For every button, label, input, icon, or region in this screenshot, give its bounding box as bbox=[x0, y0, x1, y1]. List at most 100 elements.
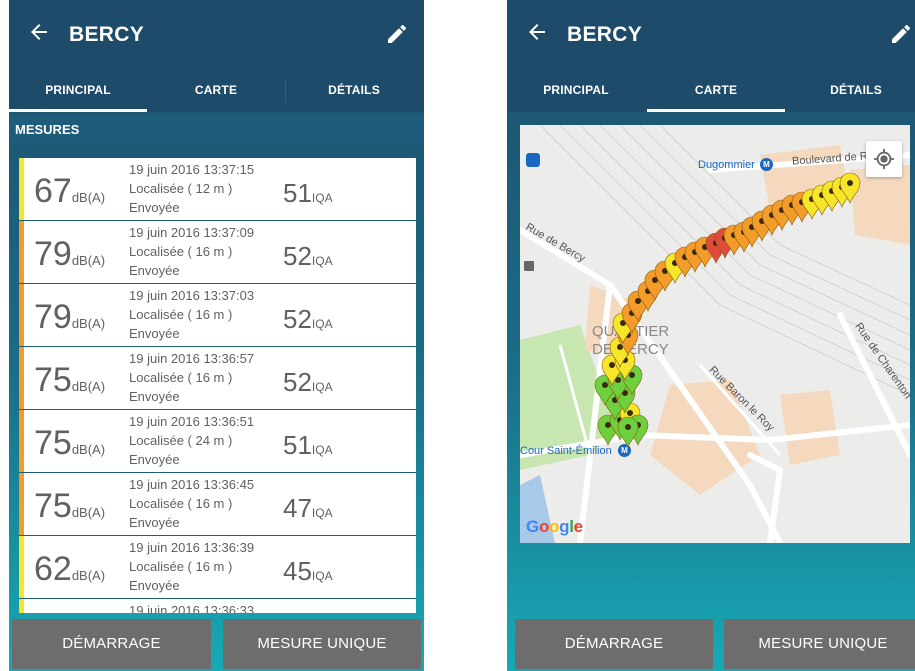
measurement-meta: 19 juin 2016 13:37:03 Localisée ( 16 m ) E… bbox=[129, 286, 254, 343]
decibel-number: 75 bbox=[34, 424, 72, 462]
measurement-marker-icon[interactable] bbox=[617, 416, 639, 448]
decibel-value: 62dB(A) bbox=[34, 550, 105, 589]
measurement-list[interactable]: 67dB(A) 19 juin 2016 13:37:15 Localisée ( … bbox=[19, 158, 416, 613]
measurement-row[interactable]: 67dB(A) 19 juin 2016 13:37:15 Localisée ( … bbox=[19, 158, 416, 221]
measurement-row[interactable]: 79dB(A) 19 juin 2016 13:37:09 Localisée ( … bbox=[19, 221, 416, 284]
section-header: MESURES bbox=[9, 115, 424, 145]
measurement-location: Localisée ( 16 m ) bbox=[129, 559, 233, 574]
tab-carte[interactable]: CARTE bbox=[147, 72, 285, 112]
decibel-number: 67 bbox=[34, 172, 72, 210]
measurement-datetime: 19 juin 2016 13:37:15 bbox=[129, 162, 255, 177]
measurement-row[interactable]: 75dB(A) 19 juin 2016 13:36:57 Localisée ( … bbox=[19, 347, 416, 410]
decibel-unit: dB(A) bbox=[71, 379, 106, 394]
decibel-number: 79 bbox=[34, 298, 72, 336]
my-location-icon bbox=[873, 148, 895, 170]
iqa-unit: IQA bbox=[311, 317, 333, 331]
measurement-datetime: 19 juin 2016 13:36:51 bbox=[129, 414, 255, 429]
start-button[interactable]: DÉMARRAGE bbox=[515, 619, 713, 669]
measurement-status: Envoyée bbox=[129, 200, 180, 215]
decibel-value: 75dB(A) bbox=[34, 361, 105, 400]
decibel-value: 79dB(A) bbox=[34, 235, 105, 274]
measurement-status: Envoyée bbox=[129, 578, 180, 593]
level-color-bar bbox=[19, 410, 24, 472]
decibel-value: 79dB(A) bbox=[34, 298, 105, 337]
iqa-value: 45IQA bbox=[283, 556, 333, 587]
app-bar: BERCY bbox=[9, 0, 424, 72]
measurement-datetime: 19 juin 2016 13:36:39 bbox=[129, 540, 255, 555]
decibel-number: 79 bbox=[34, 235, 72, 273]
measurement-datetime: 19 juin 2016 13:37:03 bbox=[129, 288, 255, 303]
iqa-value: 51IQA bbox=[283, 430, 333, 461]
single-measure-button[interactable]: MESURE UNIQUE bbox=[223, 619, 421, 669]
iqa-unit: IQA bbox=[311, 569, 333, 583]
decibel-value: 75dB(A) bbox=[34, 424, 105, 463]
tab-carte[interactable]: CARTE bbox=[647, 72, 785, 112]
iqa-number: 52 bbox=[283, 241, 312, 271]
measurement-row[interactable]: 75dB(A) 19 juin 2016 13:36:51 Localisée ( … bbox=[19, 410, 416, 473]
measurement-datetime: 19 juin 2016 13:37:09 bbox=[129, 225, 255, 240]
level-color-bar bbox=[19, 221, 24, 283]
page-title: BERCY bbox=[69, 23, 145, 46]
start-button[interactable]: DÉMARRAGE bbox=[12, 619, 211, 669]
iqa-value: 47IQA bbox=[283, 493, 333, 524]
measurement-status: Envoyée bbox=[129, 326, 180, 341]
measurement-status: Envoyée bbox=[129, 389, 180, 404]
measurement-status: Envoyée bbox=[129, 452, 180, 467]
page-title: BERCY bbox=[567, 23, 643, 46]
measurement-location: Localisée ( 16 m ) bbox=[129, 244, 233, 259]
iqa-unit: IQA bbox=[311, 191, 333, 205]
single-measure-button[interactable]: MESURE UNIQUE bbox=[724, 619, 915, 669]
measurement-meta: 19 juin 2016 13:36:39 Localisée ( 16 m ) E… bbox=[129, 538, 254, 595]
app-bar: BERCY bbox=[507, 0, 915, 72]
iqa-unit: IQA bbox=[311, 506, 333, 520]
iqa-number: 47 bbox=[283, 493, 312, 523]
measurement-datetime: 19 juin 2016 13:36:45 bbox=[129, 477, 255, 492]
iqa-number: 51 bbox=[283, 430, 312, 460]
map-view[interactable]: Dugommier M Boulevard de R Rue de Bercy … bbox=[520, 125, 910, 543]
decibel-unit: dB(A) bbox=[71, 253, 106, 268]
tab-divider bbox=[285, 80, 286, 102]
iqa-unit: IQA bbox=[311, 254, 333, 268]
level-color-bar bbox=[19, 347, 24, 409]
measurement-datetime: 19 juin 2016 13:36:33 bbox=[129, 603, 255, 613]
measurement-meta: 19 juin 2016 13:37:09 Localisée ( 16 m ) E… bbox=[129, 223, 254, 280]
tab-principal[interactable]: PRINCIPAL bbox=[507, 72, 645, 112]
pencil-icon[interactable] bbox=[889, 22, 913, 46]
measurement-meta: 19 juin 2016 13:36:51 Localisée ( 24 m ) E… bbox=[129, 412, 254, 469]
measurement-row[interactable]: 79dB(A) 19 juin 2016 13:37:03 Localisée ( … bbox=[19, 284, 416, 347]
iqa-value: 51IQA bbox=[283, 178, 333, 209]
measurement-location: Localisée ( 24 m ) bbox=[129, 433, 233, 448]
level-color-bar bbox=[19, 599, 24, 613]
measurement-meta: 19 juin 2016 13:36:57 Localisée ( 16 m ) E… bbox=[129, 349, 254, 406]
measurement-status: Envoyée bbox=[129, 263, 180, 278]
decibel-unit: dB(A) bbox=[71, 505, 106, 520]
my-location-button[interactable] bbox=[866, 141, 902, 177]
decibel-unit: dB(A) bbox=[71, 442, 106, 457]
decibel-number: 75 bbox=[34, 487, 72, 525]
iqa-number: 51 bbox=[283, 178, 312, 208]
iqa-value: 52IQA bbox=[283, 304, 333, 335]
tab-bar: PRINCIPAL CARTE DÉTAILS bbox=[9, 72, 424, 112]
measurement-row[interactable]: 19 juin 2016 13:36:33 bbox=[19, 599, 416, 613]
back-arrow-icon[interactable] bbox=[525, 20, 549, 44]
tab-principal[interactable]: PRINCIPAL bbox=[9, 72, 147, 112]
decibel-number: 62 bbox=[34, 550, 72, 588]
back-arrow-icon[interactable] bbox=[27, 20, 51, 44]
iqa-unit: IQA bbox=[311, 443, 333, 457]
measurement-meta: 19 juin 2016 13:36:33 bbox=[129, 601, 254, 613]
level-color-bar bbox=[19, 536, 24, 598]
pencil-icon[interactable] bbox=[385, 22, 409, 46]
measurement-location: Localisée ( 16 m ) bbox=[129, 370, 233, 385]
left-phone-screen: BERCY PRINCIPAL CARTE DÉTAILS MESURES 67… bbox=[9, 0, 424, 671]
measurement-status: Envoyée bbox=[129, 515, 180, 530]
marker-layer bbox=[594, 172, 861, 448]
level-color-bar bbox=[19, 473, 24, 535]
tab-details[interactable]: DÉTAILS bbox=[285, 72, 423, 112]
decibel-number: 75 bbox=[34, 361, 72, 399]
iqa-unit: IQA bbox=[311, 380, 333, 394]
active-tab-indicator bbox=[647, 109, 785, 112]
decibel-unit: dB(A) bbox=[71, 190, 106, 205]
measurement-row[interactable]: 62dB(A) 19 juin 2016 13:36:39 Localisée ( … bbox=[19, 536, 416, 599]
measurement-row[interactable]: 75dB(A) 19 juin 2016 13:36:45 Localisée ( … bbox=[19, 473, 416, 536]
tab-details[interactable]: DÉTAILS bbox=[787, 72, 915, 112]
